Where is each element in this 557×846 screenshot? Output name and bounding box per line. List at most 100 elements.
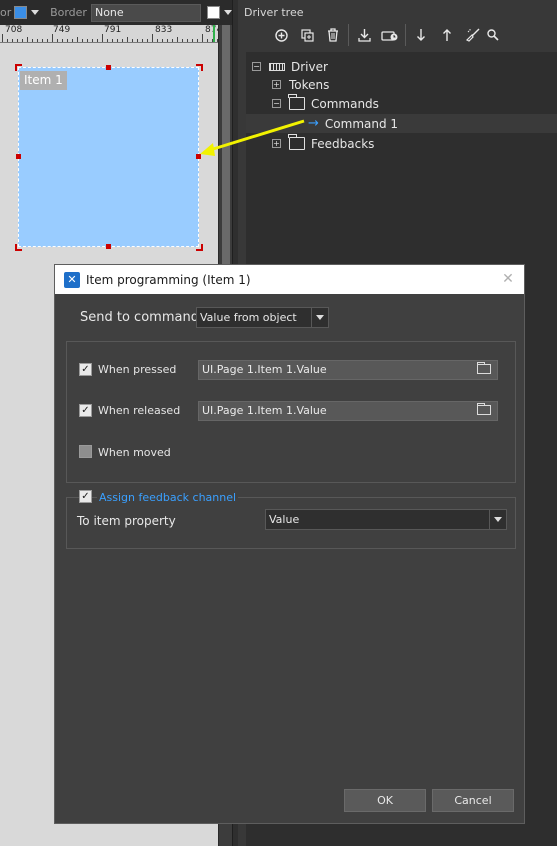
chevron-down-icon[interactable] (311, 308, 328, 327)
expand-icon[interactable]: + (272, 139, 281, 148)
border-style-select[interactable]: None (90, 3, 202, 22)
ruler-tick (167, 39, 168, 42)
ruler-tick (27, 37, 28, 42)
ruler-tick (52, 34, 53, 42)
clean-icon[interactable] (460, 24, 486, 46)
ruler-tick (182, 39, 183, 42)
browse-folder-icon[interactable] (477, 403, 491, 415)
resize-handle-bottom-left[interactable] (15, 244, 22, 251)
path-value: UI.Page 1.Item 1.Value (202, 404, 327, 417)
ok-button[interactable]: OK (344, 789, 426, 812)
assign-feedback-label: Assign feedback channel (97, 491, 239, 504)
fill-color-swatch[interactable] (14, 6, 28, 19)
fill-label: or (0, 6, 12, 19)
ruler-position-marker (213, 25, 215, 42)
move-up-icon[interactable] (434, 24, 460, 46)
resize-handle-top-right[interactable] (196, 64, 203, 71)
browse-folder-icon[interactable] (477, 362, 491, 374)
delete-icon[interactable] (320, 24, 346, 46)
folder-icon (288, 134, 305, 150)
pane-title: Driver tree (244, 6, 304, 19)
select-value: Value from object (200, 311, 297, 324)
duplicate-icon[interactable] (294, 24, 320, 46)
when-released-checkbox[interactable]: ✓ (79, 404, 92, 417)
driver-tree-toolbar (268, 24, 500, 46)
send-to-command-select[interactable]: Value from object (196, 307, 329, 328)
ruler-tick (62, 39, 63, 42)
ruler-tick (142, 39, 143, 42)
when-pressed-label: When pressed (98, 363, 177, 376)
resize-handle-bottom-right[interactable] (196, 244, 203, 251)
tree-node-feedbacks[interactable]: + Feedbacks (272, 134, 374, 153)
ruler-tick (12, 39, 13, 42)
ruler-tick (7, 39, 8, 42)
to-item-property-label: To item property (77, 514, 176, 528)
ruler-tick (132, 39, 133, 42)
ruler-tick (77, 37, 78, 42)
tree-node-driver[interactable]: − Driver (252, 57, 328, 76)
record-icon[interactable] (377, 24, 403, 46)
border-color-swatch[interactable] (207, 6, 220, 19)
tree-node-tokens[interactable]: + Tokens (272, 75, 329, 94)
ruler-tick (2, 34, 3, 42)
collapse-icon[interactable]: − (272, 99, 281, 108)
tree-node-label: Commands (311, 96, 379, 111)
collapse-icon[interactable]: − (252, 62, 261, 71)
when-pressed-checkbox[interactable]: ✓ (79, 363, 92, 376)
ruler-tick (37, 39, 38, 42)
when-moved-checkbox[interactable] (79, 445, 92, 458)
ruler-tick (147, 39, 148, 42)
ruler-tick (202, 34, 203, 42)
dialog-title: Item programming (Item 1) (86, 272, 251, 287)
ruler-tick (122, 39, 123, 42)
command-arrow-icon: → (308, 116, 319, 131)
ruler-tick (22, 39, 23, 42)
import-icon[interactable] (351, 24, 377, 46)
resize-handle-left[interactable] (16, 154, 21, 159)
tree-node-command-1[interactable]: → Command 1 (308, 114, 398, 133)
ruler-tick (112, 39, 113, 42)
ruler-tick (92, 39, 93, 42)
send-to-command-label: Send to command (80, 310, 199, 325)
tree-node-label: Tokens (289, 77, 330, 92)
tree-node-commands[interactable]: − Commands (272, 94, 379, 113)
close-icon[interactable]: ✕ (500, 271, 516, 287)
fill-color-dropdown-icon[interactable] (31, 10, 40, 15)
search-icon[interactable] (486, 24, 500, 46)
expand-icon[interactable]: + (272, 80, 281, 89)
ruler-tick (67, 39, 68, 42)
item-programming-dialog: ✕ Item programming (Item 1) ✕ Send to co… (54, 264, 525, 824)
ruler-tick (117, 39, 118, 42)
when-pressed-path-field[interactable]: UI.Page 1.Item 1.Value (198, 360, 498, 380)
ruler-tick-label: 791 (104, 25, 122, 35)
move-down-icon[interactable] (408, 24, 434, 46)
scrollbar-thumb[interactable] (222, 25, 230, 285)
ruler-tick-label: 833 (155, 25, 173, 35)
chevron-down-icon[interactable] (489, 510, 506, 529)
cancel-button[interactable]: Cancel (432, 789, 514, 812)
ruler-tick (192, 39, 193, 42)
tree-node-label: Command 1 (324, 116, 399, 131)
when-released-label: When released (98, 404, 181, 417)
border-color-dropdown-icon[interactable] (224, 10, 232, 15)
ruler-tick (107, 39, 108, 42)
ruler-tick (172, 39, 173, 42)
assign-feedback-checkbox[interactable]: ✓ (79, 490, 92, 503)
ruler-tick (127, 37, 128, 42)
ruler-tick (162, 39, 163, 42)
when-released-path-field[interactable]: UI.Page 1.Item 1.Value (198, 401, 498, 421)
resize-handle-top[interactable] (106, 65, 111, 70)
to-item-property-select[interactable]: Value (265, 509, 507, 530)
ruler-tick (32, 39, 33, 42)
canvas-item-1[interactable] (18, 67, 199, 247)
resize-handle-right[interactable] (196, 154, 201, 159)
resize-handle-top-left[interactable] (15, 64, 22, 71)
ruler-tick (57, 39, 58, 42)
ruler-tick (197, 39, 198, 42)
border-label: Border (50, 6, 87, 19)
select-value: Value (269, 513, 300, 526)
add-icon[interactable] (268, 24, 294, 46)
resize-handle-bottom[interactable] (106, 244, 111, 249)
dialog-title-bar[interactable]: ✕ Item programming (Item 1) ✕ (55, 265, 524, 294)
canvas-item-label: Item 1 (20, 71, 67, 90)
